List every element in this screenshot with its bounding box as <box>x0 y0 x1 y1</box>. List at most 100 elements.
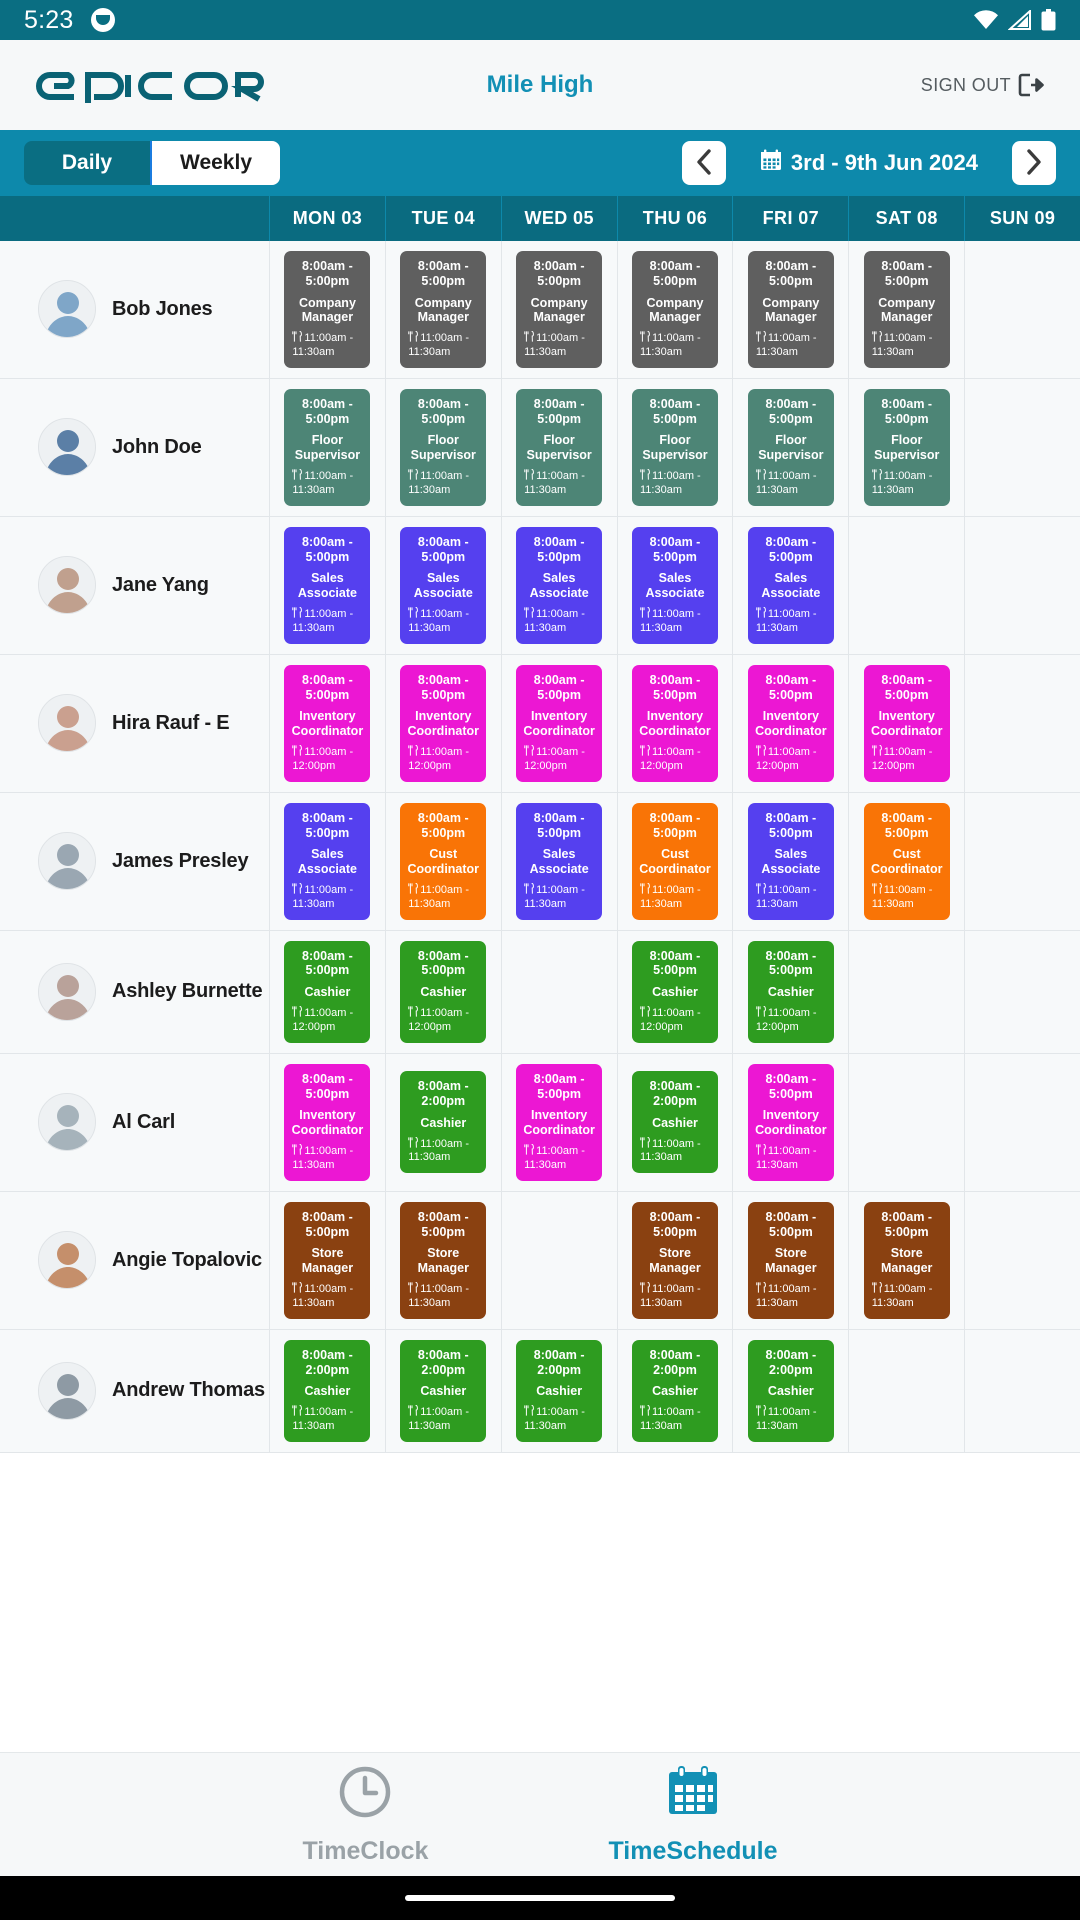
shift-card[interactable]: 8:00am - 5:00pm Floor Supervisor 11:00am -… <box>516 388 603 506</box>
prev-week-button[interactable] <box>681 141 726 185</box>
shift-card[interactable]: 8:00am - 5:00pm Inventory Coordinator 11:0… <box>516 664 603 782</box>
shift-card[interactable]: 8:00am - 5:00pm Sales Associate 11:00am - … <box>632 526 718 644</box>
shift-card[interactable]: 8:00am - 5:00pm Sales Associate 11:00am - … <box>516 802 603 920</box>
schedule-cell-fri-07[interactable]: 8:00am - 2:00pm Cashier 11:00am - 11:30am <box>733 1329 850 1452</box>
schedule-cell-sun-09[interactable] <box>965 1330 1080 1452</box>
tab-daily[interactable]: Daily <box>24 141 152 185</box>
schedule-cell-thu-06[interactable]: 8:00am - 5:00pm Sales Associate 11:00am - … <box>618 516 734 654</box>
schedule-cell-sat-08[interactable]: 8:00am - 5:00pm Cust Coordinator 11:00am -… <box>849 792 966 930</box>
schedule-cell-tue-04[interactable]: 8:00am - 5:00pm Company Manager 11:00am - … <box>386 241 502 378</box>
shift-card[interactable]: 8:00am - 5:00pm Floor Supervisor 11:00am -… <box>632 388 718 506</box>
schedule-cell-fri-07[interactable]: 8:00am - 5:00pm Sales Associate 11:00am - … <box>733 516 850 654</box>
next-week-button[interactable] <box>1012 141 1056 185</box>
shift-card[interactable]: 8:00am - 5:00pm Inventory Coordinator 11:0… <box>400 664 487 782</box>
shift-card[interactable]: 8:00am - 5:00pm Inventory Coordinator 11:0… <box>632 664 718 782</box>
schedule-cell-fri-07[interactable]: 8:00am - 5:00pm Inventory Coordinator 11:0… <box>733 654 850 792</box>
schedule-cell-sun-09[interactable] <box>965 793 1080 930</box>
shift-card[interactable]: 8:00am - 5:00pm Company Manager 11:00am - … <box>863 251 950 368</box>
schedule-cell-tue-04[interactable]: 8:00am - 2:00pm Cashier 11:00am - 11:30am <box>386 1329 502 1452</box>
shift-card[interactable]: 8:00am - 5:00pm Sales Associate 11:00am - … <box>284 526 371 644</box>
shift-card[interactable]: 8:00am - 5:00pm Cust Coordinator 11:00am -… <box>400 802 487 920</box>
schedule-cell-tue-04[interactable]: 8:00am - 5:00pm Floor Supervisor 11:00am -… <box>386 378 502 516</box>
shift-card[interactable]: 8:00am - 5:00pm Inventory Coordinator 11:0… <box>516 1063 603 1181</box>
schedule-cell-wed-05[interactable]: 8:00am - 5:00pm Floor Supervisor 11:00am -… <box>502 378 618 516</box>
sign-out-button[interactable]: SIGN OUT <box>921 73 1044 97</box>
schedule-cell-fri-07[interactable]: 8:00am - 5:00pm Cashier 11:00am - 12:00pm <box>733 930 850 1053</box>
schedule-cell-tue-04[interactable]: 8:00am - 5:00pm Sales Associate 11:00am - … <box>386 516 502 654</box>
employee-cell[interactable]: Angie Topalovic <box>0 1191 270 1329</box>
schedule-cell-wed-05[interactable] <box>502 930 618 1053</box>
shift-card[interactable]: 8:00am - 5:00pm Company Manager 11:00am - … <box>516 251 603 368</box>
schedule-cell-mon-03[interactable]: 8:00am - 2:00pm Cashier 11:00am - 11:30am <box>270 1329 386 1452</box>
shift-card[interactable]: 8:00am - 5:00pm Sales Associate 11:00am - … <box>400 526 487 644</box>
shift-card[interactable]: 8:00am - 5:00pm Cashier 11:00am - 12:00pm <box>632 940 718 1043</box>
shift-card[interactable]: 8:00am - 5:00pm Inventory Coordinator 11:0… <box>284 1063 371 1181</box>
schedule-cell-thu-06[interactable]: 8:00am - 5:00pm Store Manager 11:00am - 11… <box>618 1191 734 1329</box>
schedule-cell-wed-05[interactable]: 8:00am - 5:00pm Inventory Coordinator 11:0… <box>502 1053 618 1191</box>
schedule-cell-sun-09[interactable] <box>965 517 1080 654</box>
shift-card[interactable]: 8:00am - 2:00pm Cashier 11:00am - 11:30am <box>284 1339 371 1442</box>
shift-card[interactable]: 8:00am - 2:00pm Cashier 11:00am - 11:30am <box>516 1339 603 1442</box>
schedule-cell-thu-06[interactable]: 8:00am - 5:00pm Floor Supervisor 11:00am -… <box>618 378 734 516</box>
schedule-cell-fri-07[interactable]: 8:00am - 5:00pm Sales Associate 11:00am - … <box>733 792 850 930</box>
shift-card[interactable]: 8:00am - 5:00pm Cust Coordinator 11:00am -… <box>863 802 950 920</box>
shift-card[interactable]: 8:00am - 5:00pm Inventory Coordinator 11:0… <box>284 664 371 782</box>
shift-card[interactable]: 8:00am - 5:00pm Company Manager 11:00am - … <box>284 251 371 368</box>
shift-card[interactable]: 8:00am - 5:00pm Floor Supervisor 11:00am -… <box>747 388 834 506</box>
shift-card[interactable]: 8:00am - 5:00pm Floor Supervisor 11:00am -… <box>284 388 371 506</box>
shift-card[interactable]: 8:00am - 2:00pm Cashier 11:00am - 11:30am <box>400 1071 487 1174</box>
schedule-cell-fri-07[interactable]: 8:00am - 5:00pm Inventory Coordinator 11:0… <box>733 1053 850 1191</box>
schedule-cell-sun-09[interactable] <box>965 1054 1080 1191</box>
schedule-cell-sun-09[interactable] <box>965 241 1080 378</box>
shift-card[interactable]: 8:00am - 5:00pm Cashier 11:00am - 12:00pm <box>284 940 371 1043</box>
schedule-cell-thu-06[interactable]: 8:00am - 2:00pm Cashier 11:00am - 11:30am <box>618 1053 734 1191</box>
shift-card[interactable]: 8:00am - 2:00pm Cashier 11:00am - 11:30am <box>632 1071 718 1174</box>
shift-card[interactable]: 8:00am - 5:00pm Sales Associate 11:00am - … <box>516 526 603 644</box>
schedule-cell-sat-08[interactable] <box>849 516 966 654</box>
shift-card[interactable]: 8:00am - 5:00pm Company Manager 11:00am - … <box>400 251 487 368</box>
employee-cell[interactable]: Andrew Thomas <box>0 1329 270 1452</box>
schedule-cell-mon-03[interactable]: 8:00am - 5:00pm Floor Supervisor 11:00am -… <box>270 378 386 516</box>
schedule-cell-sat-08[interactable] <box>849 1329 966 1452</box>
shift-card[interactable]: 8:00am - 2:00pm Cashier 11:00am - 11:30am <box>747 1339 834 1442</box>
shift-card[interactable]: 8:00am - 5:00pm Cashier 11:00am - 12:00pm <box>400 940 487 1043</box>
schedule-cell-mon-03[interactable]: 8:00am - 5:00pm Sales Associate 11:00am - … <box>270 516 386 654</box>
schedule-cell-fri-07[interactable]: 8:00am - 5:00pm Floor Supervisor 11:00am -… <box>733 378 850 516</box>
employee-cell[interactable]: Jane Yang <box>0 516 270 654</box>
schedule-cell-wed-05[interactable]: 8:00am - 2:00pm Cashier 11:00am - 11:30am <box>502 1329 618 1452</box>
shift-card[interactable]: 8:00am - 5:00pm Cust Coordinator 11:00am -… <box>632 802 718 920</box>
shift-card[interactable]: 8:00am - 5:00pm Store Manager 11:00am - 11… <box>400 1201 487 1319</box>
shift-card[interactable]: 8:00am - 5:00pm Sales Associate 11:00am - … <box>747 526 834 644</box>
shift-card[interactable]: 8:00am - 5:00pm Inventory Coordinator 11:0… <box>747 664 834 782</box>
schedule-cell-mon-03[interactable]: 8:00am - 5:00pm Company Manager 11:00am - … <box>270 241 386 378</box>
shift-card[interactable]: 8:00am - 5:00pm Inventory Coordinator 11:0… <box>863 664 950 782</box>
schedule-cell-thu-06[interactable]: 8:00am - 5:00pm Cashier 11:00am - 12:00pm <box>618 930 734 1053</box>
schedule-cell-tue-04[interactable]: 8:00am - 5:00pm Store Manager 11:00am - 11… <box>386 1191 502 1329</box>
shift-card[interactable]: 8:00am - 5:00pm Floor Supervisor 11:00am -… <box>863 388 950 506</box>
shift-card[interactable]: 8:00am - 5:00pm Company Manager 11:00am - … <box>747 251 834 368</box>
home-indicator[interactable] <box>405 1895 675 1901</box>
employee-cell[interactable]: James Presley <box>0 792 270 930</box>
shift-card[interactable]: 8:00am - 5:00pm Store Manager 11:00am - 11… <box>863 1201 950 1319</box>
tab-weekly[interactable]: Weekly <box>152 141 280 185</box>
shift-card[interactable]: 8:00am - 5:00pm Sales Associate 11:00am - … <box>284 802 371 920</box>
schedule-cell-sun-09[interactable] <box>965 379 1080 516</box>
shift-card[interactable]: 8:00am - 5:00pm Store Manager 11:00am - 11… <box>284 1201 371 1319</box>
schedule-cell-wed-05[interactable]: 8:00am - 5:00pm Company Manager 11:00am - … <box>502 241 618 378</box>
employee-cell[interactable]: Bob Jones <box>0 241 270 378</box>
schedule-cell-sat-08[interactable] <box>849 1053 966 1191</box>
schedule-cell-sun-09[interactable] <box>965 931 1080 1053</box>
shift-card[interactable]: 8:00am - 5:00pm Company Manager 11:00am - … <box>632 251 718 368</box>
schedule-cell-sat-08[interactable]: 8:00am - 5:00pm Company Manager 11:00am - … <box>849 241 966 378</box>
shift-card[interactable]: 8:00am - 5:00pm Cashier 11:00am - 12:00pm <box>747 940 834 1043</box>
employee-cell[interactable]: Al Carl <box>0 1053 270 1191</box>
shift-card[interactable]: 8:00am - 2:00pm Cashier 11:00am - 11:30am <box>400 1339 487 1442</box>
schedule-cell-tue-04[interactable]: 8:00am - 5:00pm Cashier 11:00am - 12:00pm <box>386 930 502 1053</box>
shift-card[interactable]: 8:00am - 5:00pm Store Manager 11:00am - 11… <box>747 1201 834 1319</box>
schedule-cell-mon-03[interactable]: 8:00am - 5:00pm Cashier 11:00am - 12:00pm <box>270 930 386 1053</box>
schedule-cell-tue-04[interactable]: 8:00am - 5:00pm Inventory Coordinator 11:0… <box>386 654 502 792</box>
schedule-cell-fri-07[interactable]: 8:00am - 5:00pm Store Manager 11:00am - 11… <box>733 1191 850 1329</box>
schedule-cell-sun-09[interactable] <box>965 1192 1080 1329</box>
schedule-cell-sat-08[interactable]: 8:00am - 5:00pm Inventory Coordinator 11:0… <box>849 654 966 792</box>
schedule-cell-fri-07[interactable]: 8:00am - 5:00pm Company Manager 11:00am - … <box>733 241 850 378</box>
